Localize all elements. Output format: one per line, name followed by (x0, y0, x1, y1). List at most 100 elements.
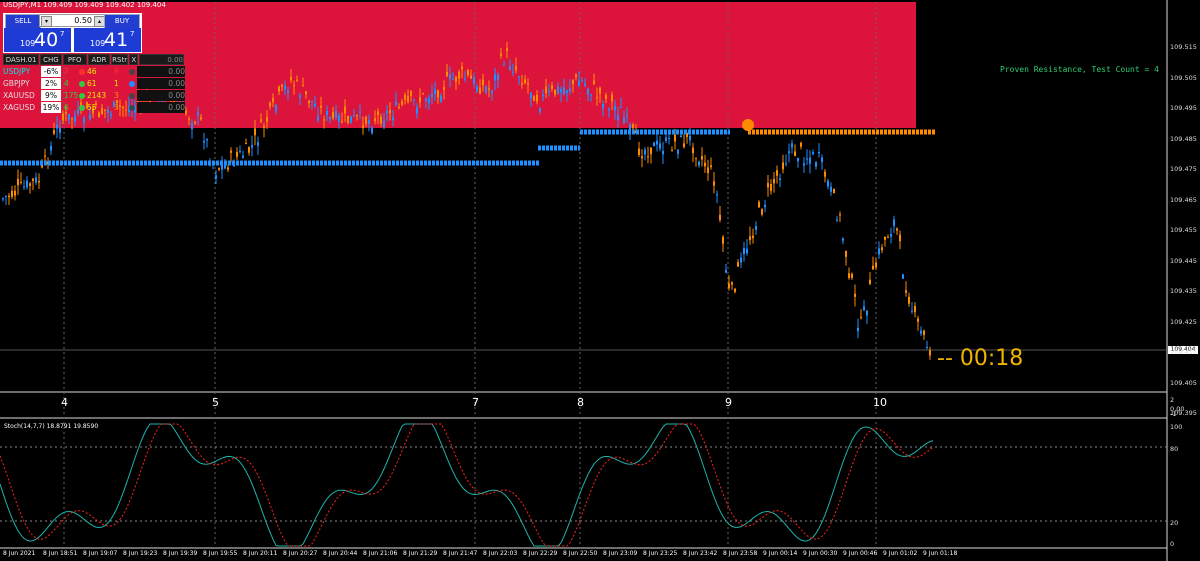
candle-body (446, 71, 448, 76)
candle-body (458, 71, 460, 79)
candle-body (266, 116, 268, 122)
candle-body (332, 112, 334, 118)
candle-body (203, 140, 205, 143)
candle-body (782, 162, 784, 170)
candle-body (290, 76, 292, 81)
candle-body (683, 143, 685, 147)
candle-body (632, 124, 634, 129)
chart-title: USDJPY,M1 109.409 109.409 109.402 109.40… (3, 1, 166, 9)
candle-body (215, 175, 217, 179)
time-axis-label: 8 Jun 20:11 (243, 550, 278, 557)
candle-body (287, 90, 289, 93)
dash-header-pfo[interactable]: PFO (62, 54, 87, 65)
dash-rstr: 3 (114, 103, 119, 112)
candle-body (593, 80, 595, 84)
candle-body (554, 89, 556, 95)
candle-body (863, 306, 865, 311)
candle-body (56, 124, 58, 129)
price-axis-label: 109.495 (1170, 104, 1197, 112)
time-axis-label: 8 Jun 18:51 (43, 550, 78, 557)
candle-body (206, 139, 208, 141)
candle-body (722, 236, 724, 244)
candle-body (623, 117, 625, 124)
buy-price-box[interactable]: 109 41 7 (74, 28, 141, 52)
day-label: 8 (577, 396, 584, 409)
chart-window[interactable]: USDJPY,M1 109.409 109.409 109.402 109.40… (0, 0, 1200, 561)
stoch-signal-line (0, 423, 934, 547)
lot-decrease-icon[interactable]: ▾ (41, 16, 52, 27)
candle-body (692, 147, 694, 154)
dash-symbol[interactable]: XAUUSD (3, 90, 40, 101)
candle-body (425, 98, 427, 101)
dash-header-title[interactable]: DASH.01 (3, 54, 40, 65)
candle-body (263, 126, 265, 128)
dash-symbol[interactable]: USDJPY (3, 66, 40, 77)
dash-close-button[interactable]: X (129, 54, 139, 65)
candle-body (326, 111, 328, 116)
dash-rstr: 9 (114, 67, 119, 76)
candle-body (485, 86, 487, 93)
candle-body (29, 183, 31, 186)
dash-header-chg[interactable]: CHG (40, 54, 62, 65)
candle-body (668, 137, 670, 139)
dash-status-dot-icon (79, 69, 85, 75)
candle-body (305, 91, 307, 95)
sell-button[interactable]: SELL (5, 14, 41, 29)
candle-body (401, 101, 403, 105)
candle-body (803, 163, 805, 166)
candle-body (884, 236, 886, 240)
candle-body (887, 236, 889, 238)
stoch-main-line (0, 423, 934, 547)
candle-body (293, 85, 295, 87)
candle-body (89, 114, 91, 120)
candle-body (920, 330, 922, 334)
dash-header-adr[interactable]: ADR (87, 54, 111, 65)
lot-size-field[interactable]: ▾ 0.50 ▴ (39, 14, 107, 27)
time-axis-label: 9 Jun 01:18 (923, 550, 958, 557)
candle-body (737, 262, 739, 267)
time-axis-label: 9 Jun 00:14 (763, 550, 798, 557)
candle-body (185, 110, 187, 114)
dashboard-row[interactable]: XAGUSD 19% 6 55 3 0.00 (3, 102, 185, 113)
candle-body (5, 195, 7, 197)
sell-price-box[interactable]: 109 40 7 (4, 28, 71, 52)
candle-body (494, 74, 496, 81)
candle-body (68, 114, 70, 121)
candle-body (788, 151, 790, 154)
candle-body (752, 235, 754, 239)
candle-body (284, 85, 286, 90)
dashboard-row[interactable]: GBPJPY 2% 4 61 1 0.00 (3, 78, 185, 89)
dash-header-rstr[interactable]: RStr (111, 54, 129, 65)
time-axis-label: 8 Jun 23:09 (603, 550, 638, 557)
candle-body (464, 78, 466, 80)
dashboard-row[interactable]: USDJPY -6% 7 46 9 0.00 (3, 66, 185, 77)
candle-body (344, 106, 346, 114)
candle-body (74, 116, 76, 122)
candle-body (416, 107, 418, 114)
candle-body (689, 135, 691, 141)
buy-button[interactable]: BUY (104, 14, 140, 29)
candle-body (857, 327, 859, 332)
candle-body (419, 97, 421, 103)
candle-body (506, 48, 508, 52)
candle-body (200, 117, 202, 120)
candle-body (533, 96, 535, 101)
price-axis-label: 109.435 (1170, 287, 1197, 295)
candle-body (470, 75, 472, 79)
dash-symbol[interactable]: GBPJPY (3, 78, 40, 89)
candle-body (434, 88, 436, 95)
candle-body (383, 120, 385, 128)
candle-body (449, 74, 451, 80)
candle-body (527, 83, 529, 85)
candle-body (251, 145, 253, 148)
buy-price-prefix: 109 (90, 39, 106, 48)
stoch-axis-label: 0 (1170, 540, 1175, 548)
candle-body (386, 110, 388, 114)
dashboard-row[interactable]: XAUUSD 9% 175 2143 3 0.00 (3, 90, 185, 101)
candle-body (491, 90, 493, 94)
candle-body (218, 168, 220, 170)
time-axis-label: 8 Jun 23:25 (643, 550, 678, 557)
candle-body (836, 219, 838, 221)
dash-symbol[interactable]: XAGUSD (3, 102, 40, 113)
buy-price-pip: 7 (130, 30, 135, 38)
